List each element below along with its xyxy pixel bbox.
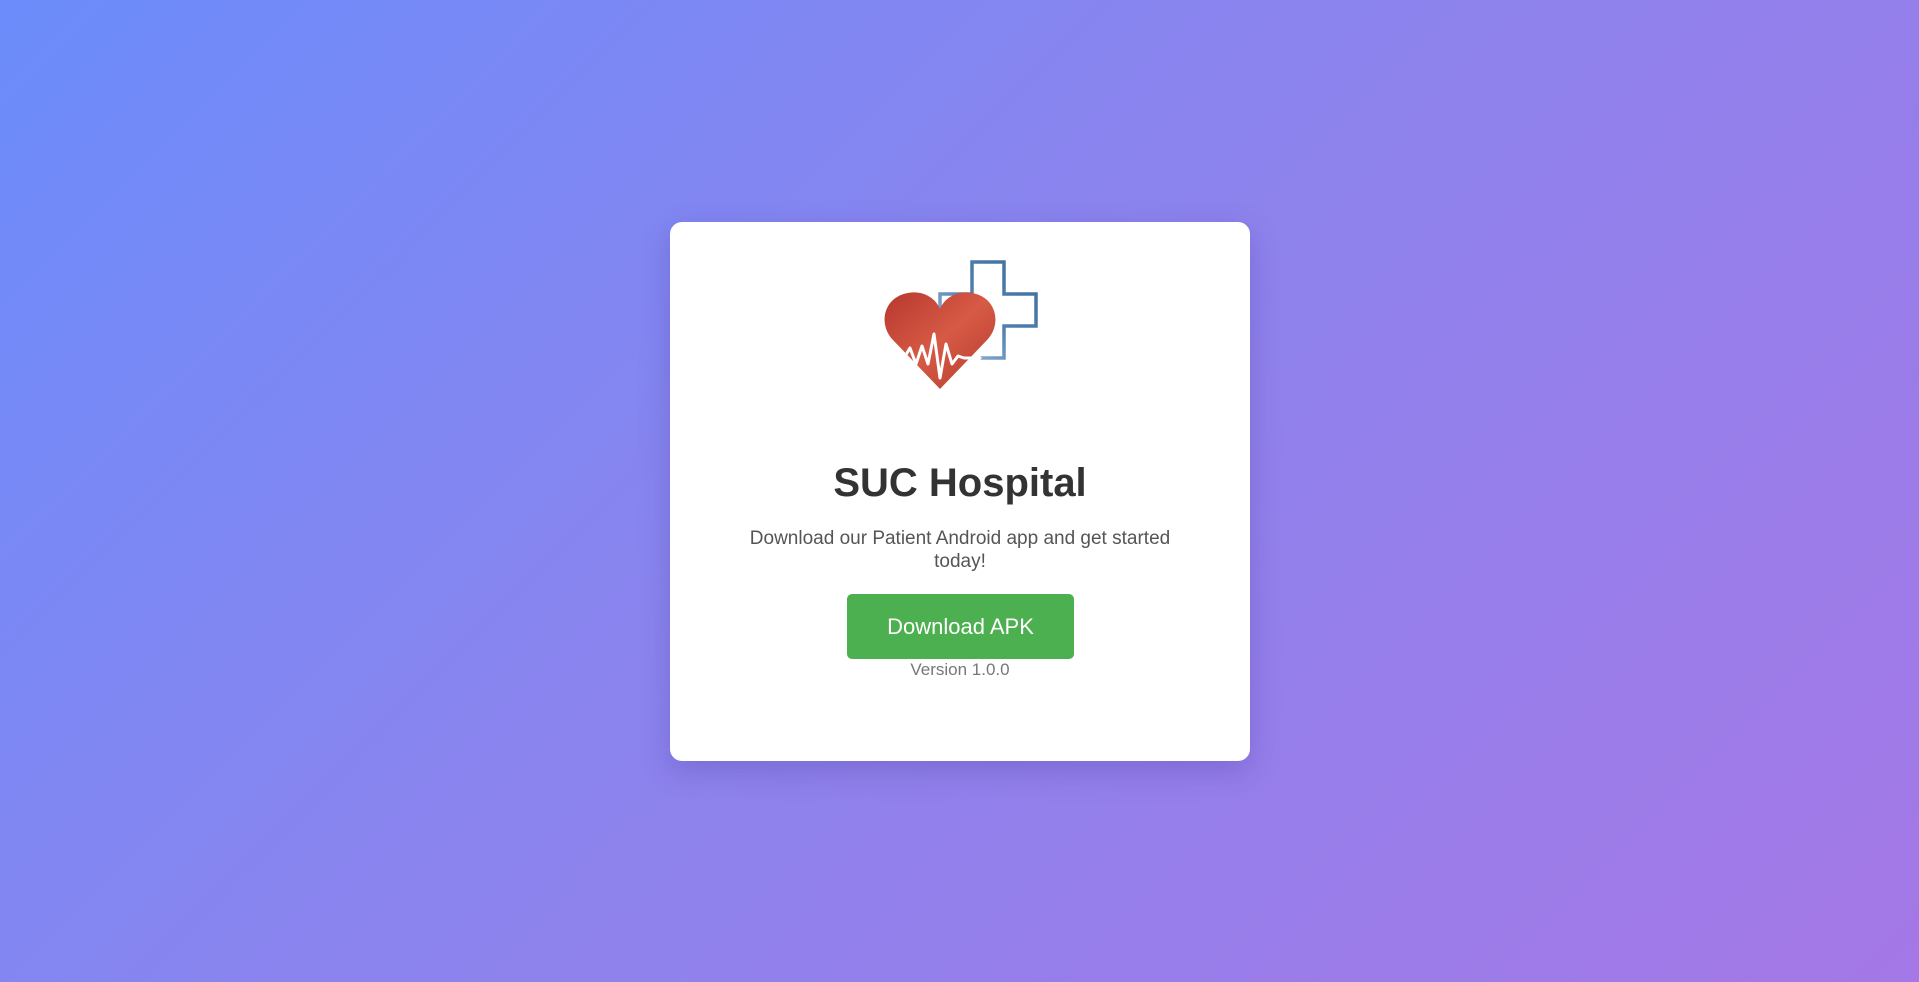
page-title: SUC Hospital — [833, 461, 1087, 505]
heart-pulse-medical-cross-icon — [884, 260, 1038, 389]
download-apk-button[interactable]: Download APK — [847, 594, 1074, 659]
version-label: Version 1.0.0 — [910, 660, 1010, 679]
download-card: SUC Hospital Download our Patient Androi… — [670, 222, 1250, 761]
app-description: Download our Patient Android app and get… — [749, 528, 1171, 572]
